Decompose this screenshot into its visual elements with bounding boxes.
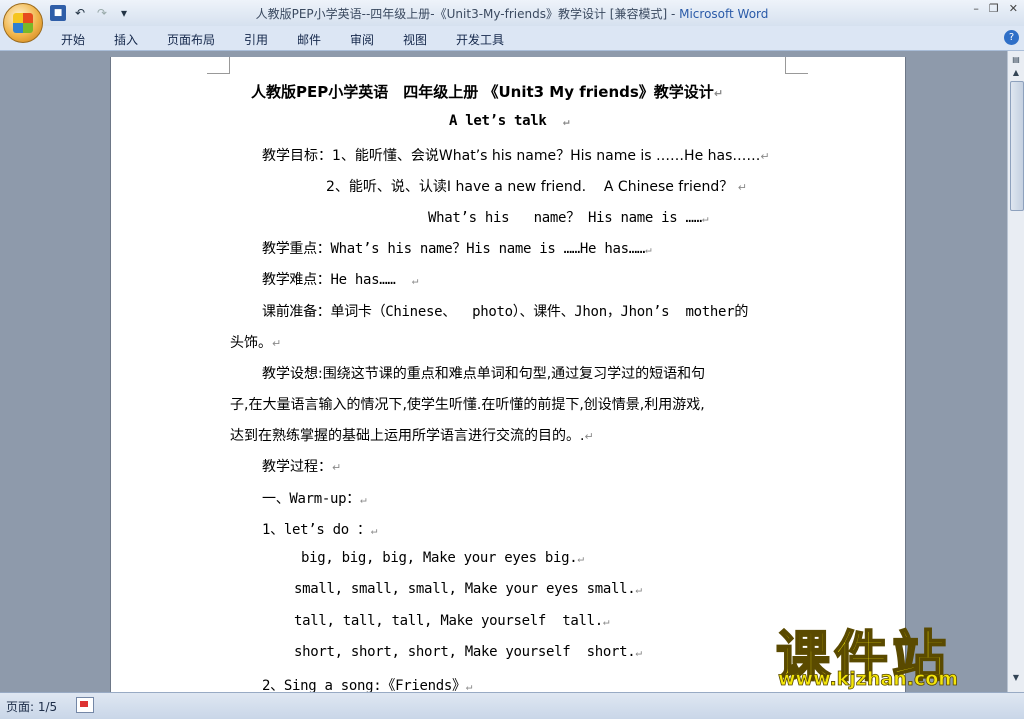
ribbon-tabs: 开始 插入 页面布局 引用 邮件 审阅 视图 开发工具 ? bbox=[0, 26, 1024, 51]
page-indicator[interactable]: 页面: 1/5 bbox=[6, 698, 57, 715]
margin-corner-left bbox=[207, 57, 230, 74]
doc-title: 人教版PEP小学英语 四年级上册 《Unit3 My friends》教学设计↵ bbox=[251, 83, 724, 101]
tab-home[interactable]: 开始 bbox=[61, 31, 85, 48]
tab-layout[interactable]: 页面布局 bbox=[167, 31, 215, 48]
margin-corner-right bbox=[785, 57, 808, 74]
scroll-thumb[interactable] bbox=[1010, 81, 1024, 211]
doc-subtitle: A let’s talk ↵ bbox=[449, 113, 570, 129]
document-page[interactable]: 人教版PEP小学英语 四年级上册 《Unit3 My friends》教学设计↵… bbox=[110, 57, 906, 694]
close-icon[interactable]: ✕ bbox=[1009, 2, 1018, 15]
doc-line: big, big, big, Make your eyes big.↵ bbox=[301, 550, 584, 566]
status-bar: 页面: 1/5 bbox=[0, 692, 1024, 719]
doc-line: tall, tall, tall, Make yourself tall.↵ bbox=[294, 613, 610, 629]
restore-icon[interactable]: ❐ bbox=[989, 2, 999, 15]
doc-line: short, short, short, Make yourself short… bbox=[294, 644, 642, 660]
watermark-url: www.kjzhan.com bbox=[778, 668, 959, 691]
tab-review[interactable]: 审阅 bbox=[350, 31, 374, 48]
doc-line: 课前准备：单词卡（Chinese、 photo）、课件、Jhon，Jhon’s … bbox=[262, 304, 749, 320]
tab-developer[interactable]: 开发工具 bbox=[456, 31, 504, 48]
doc-line: 2、能听、说、认读I have a new friend. A Chinese … bbox=[326, 179, 747, 195]
title-bar: ■ ↶ ↷ ▾ 人教版PEP小学英语--四年级上册-《Unit3-My-frie… bbox=[0, 0, 1024, 27]
window-controls: – ❐ ✕ bbox=[973, 2, 1018, 15]
doc-line: What’s his name？ His name is ……↵ bbox=[428, 210, 709, 226]
doc-line: 教学重点：What’s his name？His name is ……He ha… bbox=[262, 241, 652, 257]
watermark-logo: 课件站 www.kjzhan.com bbox=[772, 612, 1008, 692]
doc-line: 教学难点：He has…… ↵ bbox=[262, 272, 419, 288]
office-logo-icon bbox=[13, 13, 33, 33]
tab-references[interactable]: 引用 bbox=[244, 31, 268, 48]
tab-insert[interactable]: 插入 bbox=[114, 31, 138, 48]
doc-line: 子,在大量语言输入的情况下,使学生听懂.在听懂的前提下,创设情景,利用游戏, bbox=[230, 397, 705, 413]
minimize-icon[interactable]: – bbox=[973, 2, 979, 15]
doc-line: 一、Warm-up：↵ bbox=[262, 491, 367, 507]
tab-mailings[interactable]: 邮件 bbox=[297, 31, 321, 48]
doc-line: 头饰。↵ bbox=[230, 335, 282, 351]
doc-line: 教学目标：1、能听懂、会说What’s his name？His name is… bbox=[262, 148, 770, 164]
scroll-down-icon[interactable]: ▼ bbox=[1010, 673, 1022, 685]
vertical-scrollbar[interactable]: ▤ ▲ ▼ bbox=[1007, 51, 1024, 692]
scroll-up-icon[interactable]: ▲ bbox=[1010, 68, 1022, 80]
window-title: 人教版PEP小学英语--四年级上册-《Unit3-My-friends》教学设计… bbox=[255, 7, 769, 21]
doc-line: 教学设想:围绕这节课的重点和难点单词和句型,通过复习学过的短语和句 bbox=[262, 366, 706, 382]
proofing-icon[interactable] bbox=[76, 697, 94, 713]
doc-line: 达到在熟练掌握的基础上运用所学语言进行交流的目的。.↵ bbox=[230, 428, 594, 444]
help-icon[interactable]: ? bbox=[1004, 30, 1019, 45]
doc-line: 教学过程：↵ bbox=[262, 459, 342, 475]
doc-line: 1、let’s do ：↵ bbox=[262, 522, 378, 538]
tab-view[interactable]: 视图 bbox=[403, 31, 427, 48]
ruler-toggle-icon[interactable]: ▤ bbox=[1010, 55, 1022, 67]
doc-line: small, small, small, Make your eyes smal… bbox=[294, 581, 642, 597]
office-button[interactable] bbox=[3, 3, 43, 43]
